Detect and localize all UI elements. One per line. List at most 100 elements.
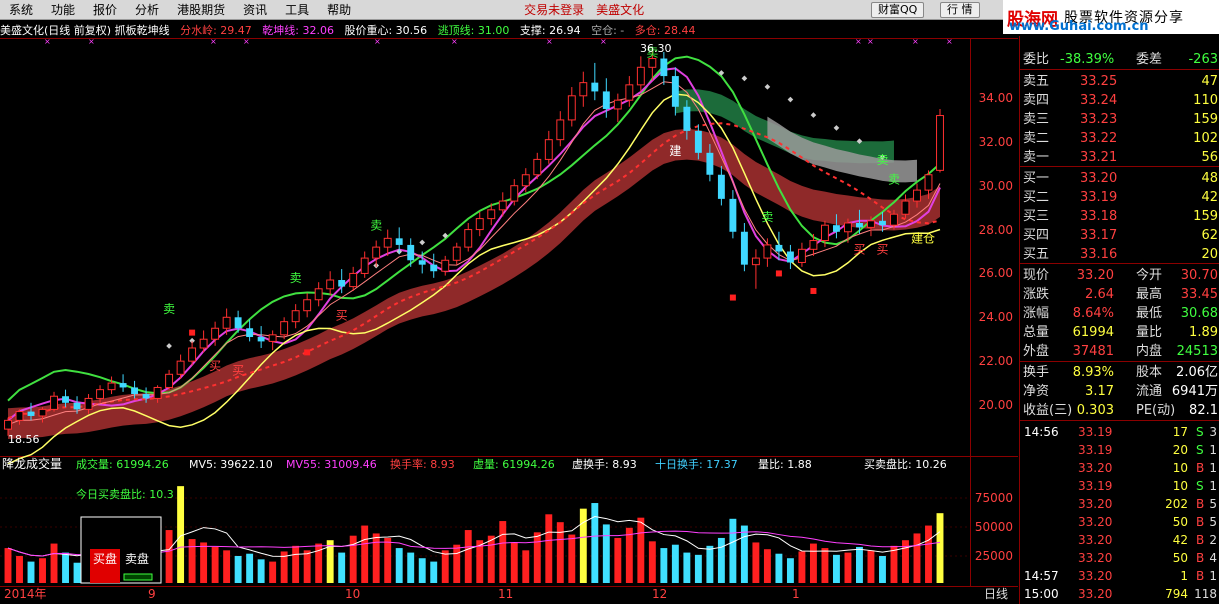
bid-label: 买五 bbox=[1023, 247, 1050, 262]
top-marker: × bbox=[88, 37, 95, 46]
brand-url: www.Guhai.com.cn bbox=[1009, 19, 1149, 34]
tick-volume: 10 bbox=[1172, 461, 1188, 475]
ask-row[interactable]: 卖二 33.22 102 bbox=[1020, 129, 1219, 148]
price-tick-32: 32.00 bbox=[979, 135, 1013, 149]
ask-row[interactable]: 卖四 33.24 110 bbox=[1020, 91, 1219, 110]
candle-body bbox=[602, 91, 610, 109]
volume-bar bbox=[671, 544, 679, 583]
candle-body bbox=[797, 248, 806, 263]
tick-time: 14:56 bbox=[1024, 425, 1059, 439]
bid-label: 买二 bbox=[1023, 190, 1050, 205]
bid-row[interactable]: 买三 33.18 159 bbox=[1020, 207, 1219, 226]
ten-turnover-value: 十日换手: 17.37 bbox=[655, 457, 738, 471]
candle-body bbox=[4, 419, 12, 430]
price-tick-26: 26.00 bbox=[979, 266, 1013, 280]
top-marker: × bbox=[210, 37, 217, 46]
volume-bar bbox=[188, 539, 196, 583]
tick-side: S bbox=[1196, 479, 1204, 493]
bid-label: 买四 bbox=[1023, 228, 1050, 243]
volume-bar bbox=[890, 545, 898, 583]
candle-body bbox=[544, 139, 553, 160]
bid-row[interactable]: 买五 33.16 20 bbox=[1020, 245, 1219, 264]
red-marker bbox=[189, 329, 196, 336]
sell-signal: 卖 bbox=[290, 271, 302, 285]
resistance-dot bbox=[810, 112, 817, 118]
sell-signal: 卖 bbox=[370, 219, 382, 233]
stat-value: 82.1 bbox=[1189, 403, 1218, 418]
candle-body bbox=[176, 360, 185, 375]
tick-count: 3 bbox=[1209, 425, 1217, 439]
candle-body bbox=[832, 225, 840, 232]
ask-volume: 159 bbox=[1193, 112, 1218, 127]
build-signal: 建 bbox=[669, 144, 681, 158]
stat-row: 现价 33.20 今开 30.70 bbox=[1020, 266, 1219, 285]
candle-body bbox=[199, 338, 208, 349]
stat-label: 流通 bbox=[1136, 384, 1163, 399]
resistance-dot bbox=[166, 343, 172, 349]
volume-bar bbox=[27, 561, 35, 583]
top-marker: × bbox=[600, 37, 607, 46]
candle-body bbox=[441, 259, 450, 272]
tick-price: 33.20 bbox=[1078, 551, 1113, 565]
tick-side: B bbox=[1196, 551, 1205, 565]
candle-body bbox=[913, 189, 921, 202]
stat-label: 股本 bbox=[1136, 365, 1163, 380]
candle-body bbox=[303, 299, 312, 312]
period-label[interactable]: 日线 bbox=[984, 587, 1008, 601]
candle-body bbox=[246, 328, 254, 338]
candle-body bbox=[314, 288, 323, 301]
volume-bar bbox=[292, 545, 300, 583]
ask-row[interactable]: 卖五 33.25 47 bbox=[1020, 72, 1219, 91]
sell-bar bbox=[123, 573, 153, 581]
kline-chart[interactable]: × × × × × × × × × × × × 卖卖卖卖卖卖卖买 买买买 买建建仓 34.00 32.00… bbox=[0, 0, 1018, 604]
ask-label: 卖五 bbox=[1023, 74, 1050, 89]
candle-body bbox=[84, 397, 93, 410]
candle-body bbox=[119, 383, 127, 388]
top-marker: × bbox=[243, 37, 250, 46]
candle-body bbox=[820, 224, 829, 242]
volume-bar bbox=[395, 548, 403, 583]
today-ratio-label: 今日买卖盘比: 10.3 bbox=[76, 487, 174, 501]
stat-label: 外盘 bbox=[1023, 344, 1050, 359]
ask-row[interactable]: 卖一 33.21 56 bbox=[1020, 148, 1219, 167]
stat-value: 30.70 bbox=[1180, 268, 1218, 283]
stat-value: 33.20 bbox=[1076, 268, 1114, 283]
volume-bar bbox=[211, 546, 219, 583]
vol-value: 成交量: 61994.26 bbox=[76, 457, 169, 471]
bid-volume: 62 bbox=[1201, 228, 1218, 243]
candle-body bbox=[901, 200, 910, 215]
candle-body bbox=[487, 209, 496, 220]
candle-body bbox=[188, 347, 197, 362]
volume-bar bbox=[165, 530, 173, 583]
candle-body bbox=[27, 411, 35, 416]
volume-bar bbox=[913, 533, 921, 583]
bid-price: 33.20 bbox=[1080, 171, 1118, 186]
stat-value: 8.64% bbox=[1072, 306, 1114, 321]
red-marker bbox=[304, 349, 311, 356]
candle-body bbox=[418, 260, 426, 265]
ask-row[interactable]: 卖三 33.23 159 bbox=[1020, 110, 1219, 129]
tick-row: 33.20 50 B 5 bbox=[1020, 513, 1219, 531]
tick-time: 15:00 bbox=[1024, 587, 1059, 601]
volume-bar bbox=[556, 522, 564, 583]
volume-bar bbox=[349, 535, 357, 583]
taoding-line bbox=[7, 55, 941, 402]
stat-value: 2.64 bbox=[1085, 287, 1114, 302]
bid-price: 33.16 bbox=[1080, 247, 1118, 262]
volume-bar bbox=[200, 542, 208, 583]
candle-body bbox=[936, 115, 944, 171]
volume-bar bbox=[418, 558, 426, 583]
bid-row[interactable]: 买一 33.20 48 bbox=[1020, 169, 1219, 188]
volume-bar bbox=[925, 525, 932, 583]
volume-bar bbox=[752, 542, 760, 583]
candle-body bbox=[165, 373, 174, 388]
bid-row[interactable]: 买二 33.19 42 bbox=[1020, 188, 1219, 207]
top-marker: × bbox=[912, 37, 919, 46]
tick-count: 118 bbox=[1194, 587, 1217, 601]
tick-price: 33.20 bbox=[1078, 515, 1113, 529]
tick-side: B bbox=[1196, 497, 1205, 511]
vturnover-value: 虚换手: 8.93 bbox=[572, 457, 637, 471]
volume-bar bbox=[936, 513, 944, 583]
bid-row[interactable]: 买四 33.17 62 bbox=[1020, 226, 1219, 245]
candle-body bbox=[142, 394, 150, 399]
